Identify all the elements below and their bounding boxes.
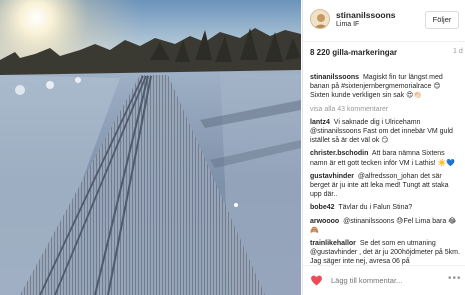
add-comment-input[interactable]: [331, 276, 441, 285]
post-photo[interactable]: [0, 0, 301, 295]
comment-item: bobe42 Tävlar du i Falun Stina?: [310, 203, 460, 212]
likes-count[interactable]: 8 220 gilla-markeringar: [310, 48, 397, 57]
snow-trail-photo: [0, 0, 301, 295]
comment-item: christer.bschodin Att bara nämna Sixtens…: [310, 149, 460, 167]
post-username[interactable]: stinanilssoons: [336, 10, 396, 20]
heart-icon[interactable]: [310, 274, 323, 287]
comment-user[interactable]: trainlikehallor: [310, 240, 356, 247]
comment-user[interactable]: lantz4: [310, 119, 330, 126]
comment-item: arwoooo @stinanilssoons 😓Fel Lima bara 😂…: [310, 217, 460, 235]
comment-user[interactable]: bobe42: [310, 204, 335, 211]
comment-footer: •••: [303, 265, 465, 295]
comment-item: lantz4 Vi saknade dig i Ulricehamn @stin…: [310, 118, 460, 146]
more-options-icon[interactable]: •••: [448, 273, 462, 284]
comment-text: Vi saknade dig i Ulricehamn @stinanilsso…: [310, 118, 453, 145]
comment-text: Tävlar du i Falun Stina?: [338, 204, 413, 212]
comment-user[interactable]: arwoooo: [310, 218, 339, 225]
view-all-comments-link[interactable]: visa alla 43 kommentarer: [310, 105, 460, 114]
comment-item: stinanilssoons Magiskt fin tur längst me…: [310, 73, 460, 101]
post-sidebar: stinanilssoons Lima IF Följer 8 220 gill…: [302, 0, 465, 295]
comment-item: gustavhinder @alfredsson_johan det sär b…: [310, 172, 460, 200]
post-header: stinanilssoons Lima IF Följer: [303, 0, 465, 42]
post-location[interactable]: Lima IF: [336, 21, 359, 28]
comment-user[interactable]: christer.bschodin: [310, 150, 368, 157]
comment-user[interactable]: gustavhinder: [310, 173, 354, 180]
comment-user[interactable]: stinanilssoons: [310, 74, 359, 81]
comments-list: stinanilssoons Magiskt fin tur längst me…: [310, 73, 460, 271]
post-time: 1 d: [453, 48, 463, 55]
follow-button[interactable]: Följer: [425, 11, 459, 29]
avatar-image-icon: [311, 10, 329, 28]
avatar[interactable]: [310, 9, 330, 29]
comment-item: trainlikehallor Se det som en utmaning @…: [310, 239, 460, 267]
